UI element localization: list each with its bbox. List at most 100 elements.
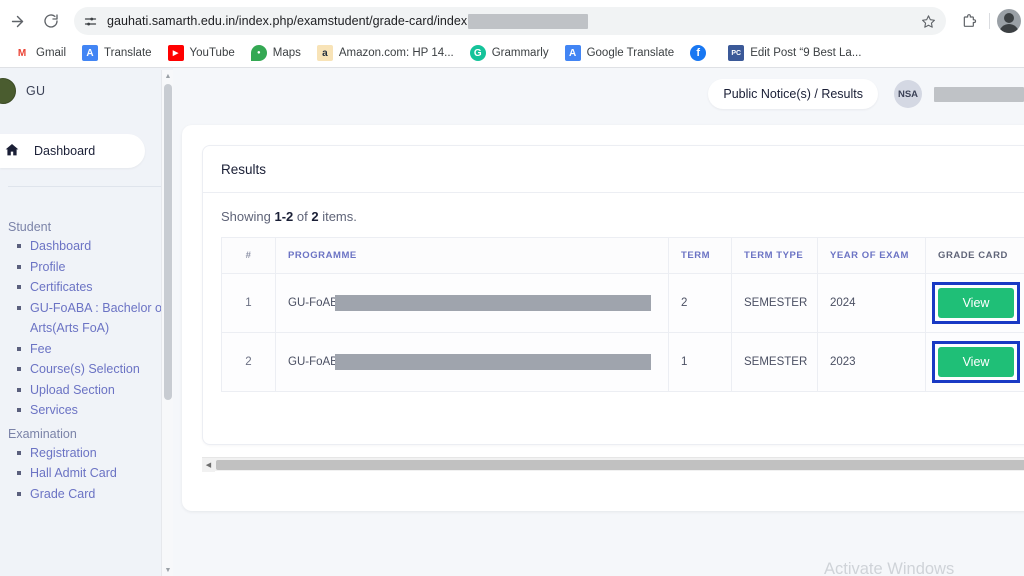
sidebar-item-certificates[interactable]: Certificates	[17, 277, 173, 298]
cell-programme: GU-FoABA : Ba	[275, 273, 669, 333]
bookmark-amazon[interactable]: a Amazon.com: HP 14...	[315, 42, 460, 64]
card-body: Showing 1-2 of 2 items. # PROGRAMME TERM…	[203, 193, 1024, 392]
address-bar-url: gauhati.samarth.edu.in/index.php/examstu…	[107, 14, 468, 28]
home-icon	[4, 142, 22, 160]
bookmark-label: Grammarly	[491, 47, 549, 59]
programme-redaction-bar	[335, 295, 651, 311]
username-redaction-bar	[934, 86, 1024, 102]
cell-term-type: SEMESTER	[731, 273, 818, 333]
browser-toolbar: gauhati.samarth.edu.in/index.php/examstu…	[0, 4, 1024, 38]
grammarly-icon: G	[469, 45, 486, 61]
site-settings-icon[interactable]	[77, 8, 103, 34]
nav-group-title-student: Student	[8, 220, 52, 234]
card-header: Results	[203, 146, 1024, 193]
address-bar[interactable]: gauhati.samarth.edu.in/index.php/examstu…	[74, 7, 946, 35]
cell-year-of-exam: 2023	[817, 332, 926, 392]
university-logo-icon	[0, 78, 16, 104]
sidebar-scrollbar[interactable]: ▲ ▼	[161, 70, 173, 576]
table-row: 2 GU-FoABA : Ba 1 SEMESTER 2023 View	[221, 332, 1024, 392]
bookmark-google-translate[interactable]: A Google Translate	[563, 42, 681, 64]
showing-summary: Showing 1-2 of 2 items.	[221, 209, 1024, 224]
bookmark-label: YouTube	[189, 47, 235, 59]
table-head: # PROGRAMME TERM TERM TYPE YEAR OF EXAM …	[221, 237, 1024, 274]
web-page: GU Dashboard Student Dashboard Profile C…	[0, 68, 1024, 576]
browser-chrome: gauhati.samarth.edu.in/index.php/examstu…	[0, 0, 1024, 68]
maps-pin-icon: ●	[250, 45, 267, 61]
bookmark-facebook[interactable]: f	[688, 42, 718, 64]
sidebar-item-fee[interactable]: Fee	[17, 339, 173, 360]
youtube-icon: ▶	[167, 45, 184, 61]
column-header-term[interactable]: TERM	[668, 237, 732, 274]
view-button[interactable]: View	[938, 347, 1014, 377]
column-header-year-of-exam[interactable]: YEAR OF EXAM	[817, 237, 926, 274]
sidebar-item-profile[interactable]: Profile	[17, 257, 173, 278]
watermark-title: Activate Windows	[824, 560, 955, 576]
sidebar-item-registration[interactable]: Registration	[17, 443, 173, 464]
table-body: 1 GU-FoABA : Ba 2 SEMESTER 2024 View 2 G…	[221, 273, 1024, 392]
programme-redaction-bar	[335, 354, 651, 370]
bookmark-edit-post[interactable]: PC Edit Post “9 Best La...	[726, 42, 867, 64]
column-header-term-type[interactable]: TERM TYPE	[731, 237, 818, 274]
nav-group-title-examination: Examination	[8, 426, 77, 441]
facebook-icon: f	[690, 45, 707, 61]
cell-term-type: SEMESTER	[731, 332, 818, 392]
bookmark-star-icon[interactable]	[918, 11, 938, 31]
sidebar-item-grade-card[interactable]: Grade Card	[17, 484, 173, 505]
cell-term: 1	[668, 332, 732, 392]
cell-index: 1	[221, 273, 276, 333]
showing-total: 2	[311, 209, 319, 224]
results-panel: Results Showing 1-2 of 2 items. # PROGRA…	[182, 125, 1024, 511]
sidebar-item-programme[interactable]: GU-FoABA : Bachelor of Arts(Arts FoA)	[17, 298, 173, 339]
sidebar: GU Dashboard Student Dashboard Profile C…	[0, 68, 173, 576]
page-title: Results	[221, 161, 267, 177]
toolbar-divider	[989, 13, 990, 29]
brand: GU	[0, 68, 173, 114]
column-header-programme[interactable]: PROGRAMME	[275, 237, 669, 274]
bookmark-grammarly[interactable]: G Grammarly	[468, 42, 555, 64]
sidebar-item-dashboard[interactable]: Dashboard	[0, 134, 145, 168]
scrollbar-thumb[interactable]	[216, 459, 1024, 470]
sidebar-item-services[interactable]: Services	[17, 400, 173, 421]
scroll-left-arrow-icon[interactable]: ◀	[202, 457, 215, 472]
bookmark-label: Maps	[272, 47, 301, 59]
pc-icon: PC	[728, 45, 745, 61]
bookmark-gmail[interactable]: M Gmail	[12, 42, 72, 64]
view-button[interactable]: View	[938, 288, 1014, 318]
sidebar-item-hall-admit-card[interactable]: Hall Admit Card	[17, 463, 173, 484]
translate-icon: A	[564, 45, 581, 61]
column-header-index: #	[221, 237, 276, 274]
cell-year-of-exam: 2024	[817, 273, 926, 333]
amazon-icon: a	[316, 45, 333, 61]
public-notice-label: Public Notice(s) / Results	[723, 87, 863, 101]
sidebar-item-course-selection[interactable]: Course(s) Selection	[17, 359, 173, 380]
sidebar-nav: Student Dashboard Profile Certificates G…	[0, 214, 173, 576]
cell-term: 2	[668, 273, 732, 333]
sidebar-divider	[8, 186, 163, 187]
reload-icon[interactable]	[36, 6, 66, 36]
bookmark-youtube[interactable]: ▶ YouTube	[166, 42, 241, 64]
showing-mid: of	[293, 209, 312, 224]
bookmarks-bar: M Gmail A Translate ▶ YouTube ● Maps a A…	[0, 40, 1024, 66]
avatar[interactable]: NSA	[894, 80, 922, 108]
bookmark-translate[interactable]: A Translate	[80, 42, 158, 64]
sidebar-item-student-dashboard[interactable]: Dashboard	[17, 236, 173, 257]
extensions-puzzle-icon[interactable]	[956, 8, 982, 34]
sidebar-item-label: Dashboard	[34, 144, 96, 158]
forward-arrow-icon[interactable]	[2, 6, 32, 36]
bookmark-label: Google Translate	[586, 47, 675, 59]
bookmark-maps[interactable]: ● Maps	[249, 42, 307, 64]
nav-list-student: Dashboard Profile Certificates GU-FoABA …	[8, 236, 173, 421]
sidebar-item-upload-section[interactable]: Upload Section	[17, 380, 173, 401]
results-table: # PROGRAMME TERM TERM TYPE YEAR OF EXAM …	[221, 237, 1024, 392]
windows-activation-watermark: Activate Windows Go to Settings to activ…	[824, 559, 1024, 576]
nav-list-examination: Registration Hall Admit Card Grade Card	[8, 443, 173, 505]
bookmark-label: Translate	[104, 47, 152, 59]
profile-avatar-icon[interactable]	[997, 9, 1021, 33]
translate-icon: A	[82, 45, 99, 61]
brand-name: GU	[26, 84, 46, 98]
main-content: Public Notice(s) / Results NSA Results S…	[173, 68, 1024, 576]
public-notice-results-button[interactable]: Public Notice(s) / Results	[708, 79, 878, 109]
cell-grade-card: View	[925, 273, 1024, 333]
scrollbar-thumb[interactable]	[164, 84, 172, 400]
table-horizontal-scrollbar[interactable]: ◀ ▶	[202, 457, 1024, 472]
